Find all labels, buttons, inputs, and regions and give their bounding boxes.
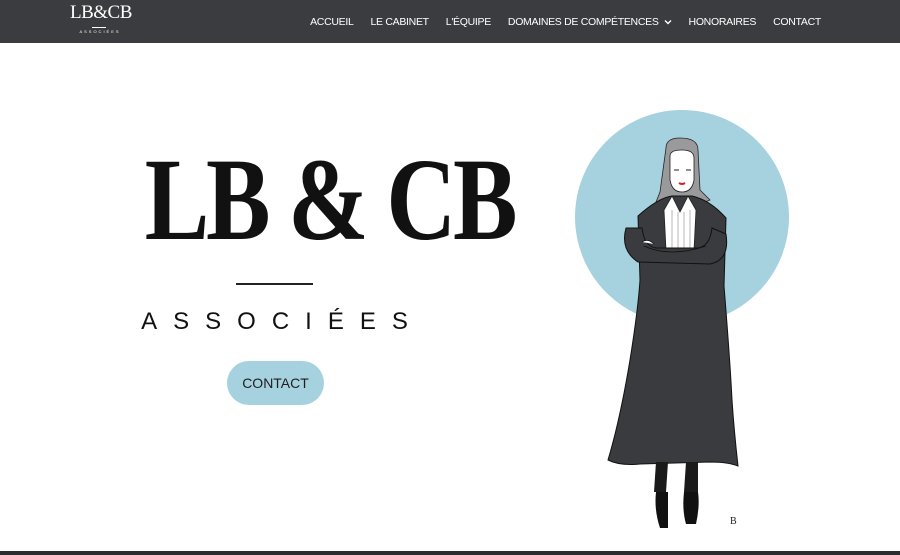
main-nav: ACCUEIL LE CABINET L'ÉQUIPE DOMAINES DE … <box>293 0 821 43</box>
header-logo[interactable]: LB&CB ASSOCIÉES <box>70 2 132 39</box>
logo-subtitle: ASSOCIÉES <box>79 29 121 34</box>
hero-title: LB & CB <box>144 134 518 265</box>
lawyer-illustration: B <box>560 100 800 540</box>
nav-item-domaines[interactable]: DOMAINES DE COMPÉTENCES <box>508 16 672 28</box>
nav-item-honoraires[interactable]: HONORAIRES <box>689 16 757 28</box>
logo-monogram: LB&CB <box>70 2 132 23</box>
hero-subtitle: ASSOCIÉES <box>141 308 424 335</box>
page-bottom-border <box>0 551 900 555</box>
illustration-signature: B <box>730 516 737 527</box>
nav-item-contact[interactable]: CONTACT <box>773 16 821 28</box>
chevron-down-icon <box>664 16 672 28</box>
contact-button[interactable]: CONTACT <box>227 361 324 405</box>
hero-divider <box>236 283 313 285</box>
nav-item-accueil[interactable]: ACCUEIL <box>310 16 354 28</box>
site-header: LB&CB ASSOCIÉES ACCUEIL LE CABINET L'ÉQU… <box>0 0 900 43</box>
nav-item-le-cabinet[interactable]: LE CABINET <box>371 16 430 28</box>
nav-item-equipe[interactable]: L'ÉQUIPE <box>446 16 491 28</box>
nav-item-domaines-label: DOMAINES DE COMPÉTENCES <box>507 15 659 28</box>
logo-divider <box>92 27 106 28</box>
